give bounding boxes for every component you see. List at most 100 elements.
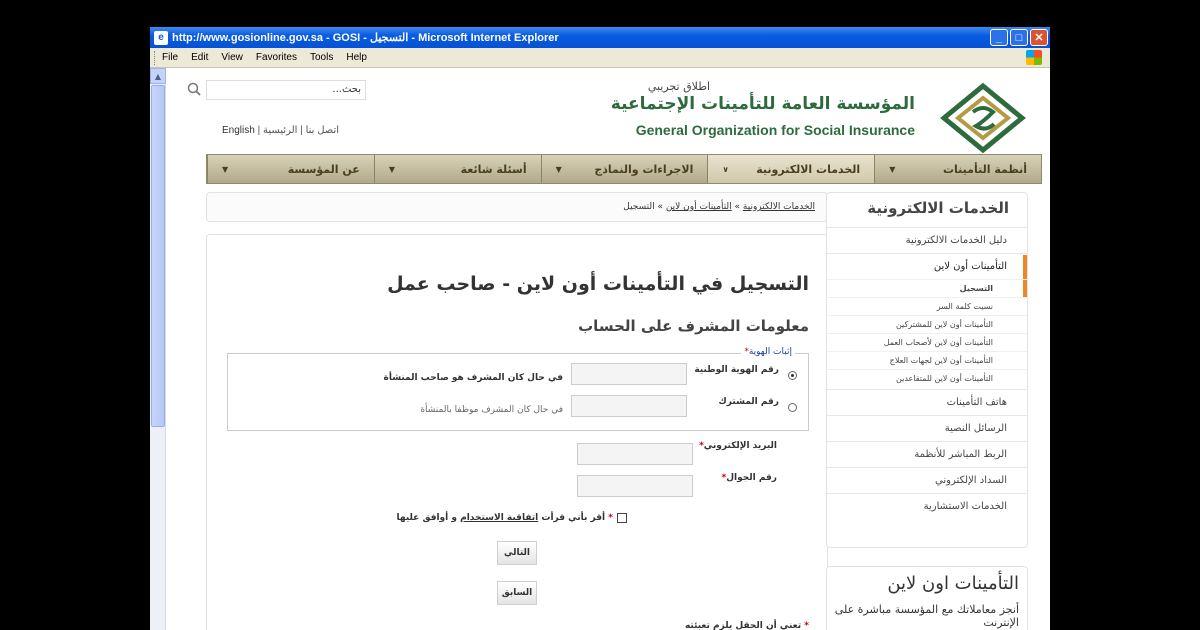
subscriber-label: رقم المشترك [718,397,779,407]
sidebar-subitem-medical[interactable]: التأمينات أون لاين لجهات العلاج [827,351,1027,369]
chevron-down-icon: ▼ [889,164,896,174]
menu-edit[interactable]: Edit [191,52,208,63]
page-viewport: ▲ اطلاق تجريبي المؤسسة العامة للتأمينات … [150,68,1050,630]
sidebar-subitem-employers[interactable]: التأمينات أون لاين لأصحاب العمل [827,333,1027,351]
promo-text: أنجز معاملاتك مع المؤسسة مباشرة على الإن… [834,603,1019,629]
mobile-input[interactable] [577,475,693,497]
sidebar-item-direct-link[interactable]: الربط المباشر للأنظمة [827,441,1027,467]
email-label-text: البريد الإلكتروني [703,441,777,451]
identity-legend-text: إثبات الهوية [748,347,792,357]
menu-favorites[interactable]: Favorites [256,52,297,63]
nav-label: الخدمات الالكترونية [756,162,861,176]
window-title: http://www.gosionline.gov.sa - GOSI - ال… [172,32,559,44]
menu-bar: File Edit View Favorites Tools Help [150,48,1050,68]
vertical-scrollbar[interactable]: ▲ [150,68,166,630]
breadcrumb-separator: » [654,202,666,212]
toolbar-grip [154,51,157,65]
breadcrumb-gosi-online[interactable]: التأمينات أون لاين [666,202,732,212]
main-nav: أنظمة التأمينات ▼ الخدمات الالكترونية ∨ … [206,154,1042,184]
email-input[interactable] [577,443,693,465]
contact-link[interactable]: اتصل بنا [306,125,339,136]
nav-procedures-forms[interactable]: الاجراءات والنماذج ▼ [540,155,708,183]
required-mark: * [804,621,809,630]
national-id-label: رقم الهوية الوطنية [694,365,779,375]
minimize-button[interactable]: _ [990,29,1008,46]
internet-explorer-icon: e [154,30,168,45]
required-mark: * [608,513,613,523]
top-links: English | اتصل بنا | الرئيسية [222,125,339,136]
radio-subscriber[interactable] [788,403,797,412]
nav-insurance-systems[interactable]: أنظمة التأمينات ▼ [874,155,1041,183]
menu-file[interactable]: File [162,52,178,63]
section-title: معلومات المشرف على الحساب [578,317,809,335]
search-input[interactable]: بحث... [206,80,366,100]
registration-form: التسجيل في التأمينات أون لاين - صاحب عمل… [206,234,828,630]
gosi-online-promo: التأمينات اون لاين أنجز معاملاتك مع المؤ… [826,566,1028,630]
nav-label: عن المؤسسة [287,162,360,176]
mobile-label: رقم الجوال* [722,473,777,483]
breadcrumb-separator: » [731,202,743,212]
sidebar-subitem-registration[interactable]: التسجيل [827,279,1027,297]
identity-legend: إثبات الهوية* [741,347,795,357]
required-note: * تعني أن الحقل يلزم تعبئته [685,621,809,630]
web-page: اطلاق تجريبي المؤسسة العامة للتأمينات ال… [166,68,1050,630]
sidebar-title: الخدمات الالكترونية [867,199,1009,217]
agree-checkbox[interactable] [617,513,627,523]
search-icon[interactable] [186,81,202,97]
subscriber-input[interactable] [571,395,687,417]
agree-suffix: و أوافق عليها [396,513,457,523]
sidebar-item-sms[interactable]: الرسائل النصية [827,415,1027,441]
previous-button[interactable]: السابق [497,581,537,605]
required-note-text: تعني أن الحقل يلزم تعبئته [684,621,802,630]
english-link[interactable]: English [222,125,255,136]
sidebar-item-gosi-online[interactable]: التأمينات أون لاين [827,253,1027,279]
sidebar-subitem-subscribers[interactable]: التأمينات أون لاين للمشتركين [827,315,1027,333]
nav-label: أنظمة التأمينات [943,162,1027,176]
breadcrumb-e-services[interactable]: الخدمات الالكترونية [743,202,815,212]
breadcrumb-current: التسجيل [623,202,655,212]
nav-label: الاجراءات والنماذج [594,162,694,176]
chevron-down-icon: ▼ [222,164,229,174]
scroll-up-arrow-icon[interactable]: ▲ [150,68,166,84]
maximize-button[interactable]: □ [1010,29,1028,46]
pilot-badge: اطلاق تجريبي [647,80,710,93]
windows-logo-icon [1026,50,1042,65]
nav-faq[interactable]: أسئلة شائعة ▼ [373,155,541,183]
scrollbar-thumb[interactable] [151,85,165,427]
browser-window: e http://www.gosionline.gov.sa - GOSI - … [150,27,1050,630]
nav-label: أسئلة شائعة [460,162,527,176]
sidebar-item-phone[interactable]: هاتف التأمينات [827,389,1027,415]
promo-title: التأمينات اون لاين [887,573,1019,594]
e-services-sidebar: الخدمات الالكترونية دليل الخدمات الالكتر… [826,192,1028,548]
agree-prefix: أقر بأني قرأت [541,513,606,523]
subscriber-hint: في حال كان المشرف موظفا بالمنشأة [420,405,563,415]
terms-link[interactable]: اتفاقية الاستخدام [460,513,538,523]
title-bar: e http://www.gosionline.gov.sa - GOSI - … [150,27,1050,48]
chevron-down-icon: ∨ [722,164,729,174]
sidebar-subitem-forgot-password[interactable]: نسيت كلمة السر [827,297,1027,315]
sidebar-item-services-guide[interactable]: دليل الخدمات الالكترونية [827,227,1027,253]
chevron-down-icon: ▼ [388,164,395,174]
close-button[interactable]: ✕ [1030,29,1048,46]
next-button[interactable]: التالي [497,541,537,565]
agree-text: * أقر بأني قرأت اتفاقية الاستخدام و أواف… [397,513,613,523]
menu-view[interactable]: View [221,52,243,63]
chevron-down-icon: ▼ [555,164,562,174]
menu-tools[interactable]: Tools [310,52,333,63]
menu-help[interactable]: Help [346,52,367,63]
nav-e-services[interactable]: الخدمات الالكترونية ∨ [707,155,875,183]
national-id-input[interactable] [571,363,687,385]
sidebar-item-e-payment[interactable]: السداد الإلكتروني [827,467,1027,493]
page-title: التسجيل في التأمينات أون لاين - صاحب عمل [387,273,809,295]
org-name-english: General Organization for Social Insuranc… [635,122,915,138]
sidebar-item-consulting[interactable]: الخدمات الاستشارية [827,493,1027,519]
national-id-hint: في حال كان المشرف هو صاحب المنشأة [383,373,563,383]
gosi-logo-icon [940,82,1026,154]
breadcrumb: الخدمات الالكترونية » التأمينات أون لاين… [206,192,828,222]
nav-about[interactable]: عن المؤسسة ▼ [207,155,374,183]
radio-national-id[interactable] [788,371,797,380]
home-link[interactable]: الرئيسية [263,125,297,136]
email-label: البريد الإلكتروني* [699,441,777,451]
mobile-label-text: رقم الجوال [726,473,777,483]
sidebar-subitem-retirees[interactable]: التأمينات أون لاين للمتقاعدين [827,369,1027,387]
